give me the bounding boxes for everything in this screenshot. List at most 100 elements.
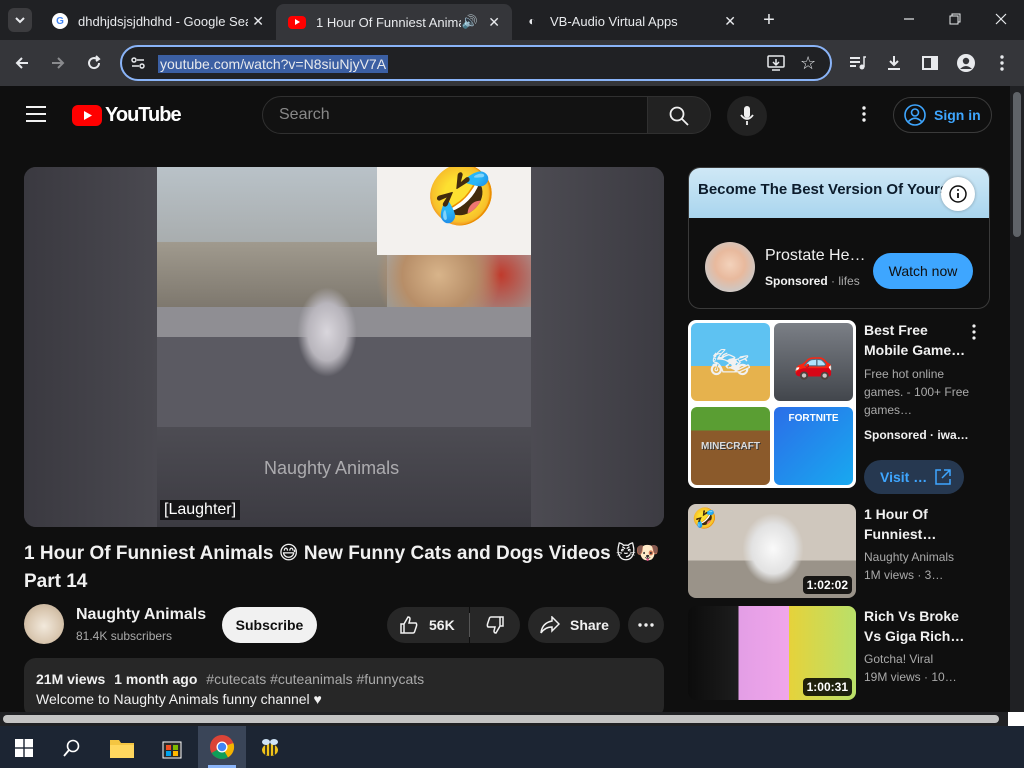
forward-button[interactable] bbox=[47, 52, 69, 74]
vertical-scroll-thumb[interactable] bbox=[1013, 92, 1021, 237]
side-panel-button[interactable] bbox=[919, 52, 941, 74]
search-button[interactable] bbox=[647, 96, 711, 134]
guide-menu-button[interactable] bbox=[26, 106, 46, 122]
sponsored-ad-card[interactable]: Become The Best Version Of Yourself Pros… bbox=[688, 167, 990, 309]
site-info-icon[interactable] bbox=[130, 55, 146, 76]
ad-banner-text: Become The Best Version Of Yourself bbox=[698, 181, 966, 198]
search-placeholder: Search bbox=[279, 106, 330, 123]
left-wall bbox=[24, 167, 157, 527]
account-circle-icon bbox=[904, 104, 926, 126]
like-button[interactable]: 56K bbox=[387, 607, 469, 643]
description-box[interactable]: 21M views 1 month ago #cutecats #cuteani… bbox=[24, 658, 664, 718]
tab-title: 1 Hour Of Funniest Animals bbox=[316, 14, 461, 30]
visit-button[interactable]: Visit … bbox=[864, 460, 964, 494]
horizontal-scrollbar[interactable] bbox=[0, 712, 1010, 726]
downloads-button[interactable] bbox=[883, 52, 905, 74]
moto-icon: 🏍 bbox=[691, 323, 770, 401]
fortnite-logo-text: FORTNITE bbox=[788, 413, 839, 424]
recommended-video[interactable]: 1:00:31 Rich Vs Broke Vs Giga Rich… Gotc… bbox=[688, 606, 990, 702]
advertiser-name: lifes bbox=[838, 274, 860, 288]
minimize-button[interactable] bbox=[896, 6, 922, 32]
rec-sponsor-line: Sponsored · iwa… bbox=[864, 428, 969, 442]
rec-more-button[interactable] bbox=[972, 324, 980, 342]
store-icon bbox=[162, 741, 182, 759]
tab-vb-audio[interactable]: ◐ VB-Audio Virtual Apps ✕ bbox=[512, 6, 748, 36]
close-tab-icon[interactable]: ✕ bbox=[252, 13, 264, 30]
folder-icon bbox=[110, 740, 134, 758]
google-icon: G bbox=[52, 13, 68, 29]
watch-now-button[interactable]: Watch now bbox=[873, 253, 973, 289]
close-tab-icon[interactable]: ✕ bbox=[488, 14, 500, 31]
file-explorer-button[interactable] bbox=[102, 730, 142, 766]
video-player[interactable]: 🤣 Naughty Animals [Laughter] bbox=[24, 167, 664, 527]
advertiser-avatar bbox=[705, 242, 755, 292]
tab-google-search[interactable]: G dhdhjdsjsjdhdhd - Google Search ✕ bbox=[40, 6, 276, 36]
address-bar[interactable]: youtube.com/watch?v=N8siuNjyV7A ☆ bbox=[120, 45, 832, 81]
back-button[interactable] bbox=[11, 52, 33, 74]
thumbs-down-icon bbox=[486, 616, 504, 634]
url-text[interactable]: youtube.com/watch?v=N8siuNjyV7A bbox=[158, 55, 389, 73]
subscriber-count: 81.4K subscribers bbox=[76, 629, 173, 643]
settings-menu-button[interactable] bbox=[862, 106, 868, 124]
tab-youtube-video[interactable]: 1 Hour Of Funniest Animals 🔊 ✕ bbox=[276, 4, 512, 40]
horizontal-scroll-thumb[interactable] bbox=[3, 715, 999, 723]
profile-button[interactable] bbox=[955, 52, 977, 74]
ad-info-button[interactable] bbox=[941, 177, 975, 211]
subscribe-button[interactable]: Subscribe bbox=[222, 607, 317, 643]
chrome-taskbar-button[interactable] bbox=[198, 726, 246, 768]
car-icon: 🚗 bbox=[774, 323, 853, 401]
search-input[interactable]: Search bbox=[262, 96, 648, 134]
dislike-button[interactable] bbox=[470, 607, 520, 643]
more-actions-button[interactable] bbox=[628, 607, 664, 643]
bookmark-star-icon[interactable]: ☆ bbox=[800, 53, 816, 74]
description-text: Welcome to Naughty Animals funny channel… bbox=[36, 691, 322, 707]
more-horizontal-icon bbox=[638, 623, 654, 627]
hamburger-menu-icon bbox=[26, 106, 46, 122]
channel-name[interactable]: Naughty Animals bbox=[76, 606, 206, 624]
restore-button[interactable] bbox=[942, 6, 968, 32]
share-button[interactable]: Share bbox=[528, 607, 620, 643]
share-arrow-icon bbox=[540, 616, 560, 634]
rec-description: Free hot online games. - 100+ Free games… bbox=[864, 367, 970, 417]
reload-button[interactable] bbox=[83, 52, 105, 74]
vertical-scrollbar[interactable] bbox=[1010, 86, 1024, 726]
speaker-icon[interactable]: 🔊 bbox=[462, 14, 478, 30]
youtube-logo-icon bbox=[72, 104, 102, 126]
sign-in-button[interactable]: Sign in bbox=[893, 97, 992, 133]
recommended-video[interactable]: 🤣 1:02:02 1 Hour Of Funniest… Naughty An… bbox=[688, 504, 990, 600]
game-thumbnail-grid: 🏍 🚗 MINECRAFT FORTNITE bbox=[688, 320, 856, 488]
rec-views: 1M views · 3… bbox=[864, 568, 944, 582]
install-app-icon[interactable] bbox=[767, 55, 785, 76]
download-icon bbox=[888, 56, 900, 70]
microsoft-store-button[interactable] bbox=[152, 730, 192, 766]
browser-menu-button[interactable] bbox=[991, 52, 1013, 74]
taskbar-search-button[interactable] bbox=[52, 730, 92, 766]
close-window-button[interactable] bbox=[988, 6, 1014, 32]
channel-avatar[interactable] bbox=[24, 604, 64, 644]
ad-banner: Become The Best Version Of Yourself bbox=[689, 168, 989, 218]
sponsored-game-ad[interactable]: 🏍 🚗 MINECRAFT FORTNITE Best Free Mobile … bbox=[688, 320, 990, 494]
thumbs-up-icon bbox=[400, 616, 418, 634]
reload-icon bbox=[88, 55, 101, 70]
fortnite-tile: FORTNITE bbox=[774, 407, 853, 485]
tab-title: dhdhjdsjsjdhdhd - Google Search bbox=[78, 13, 248, 29]
start-button[interactable] bbox=[4, 730, 44, 766]
minecraft-logo-text: MINECRAFT bbox=[701, 440, 760, 452]
like-count: 56K bbox=[429, 617, 455, 633]
vb-audio-taskbar-button[interactable] bbox=[250, 730, 290, 766]
tab-search-button[interactable] bbox=[8, 8, 32, 32]
hashtags[interactable]: #cutecats #cuteanimals #funnycats bbox=[206, 671, 424, 687]
new-tab-button[interactable]: + bbox=[758, 8, 780, 32]
media-control-button[interactable] bbox=[847, 52, 869, 74]
rec-title: Rich Vs Broke Vs Giga Rich… bbox=[864, 608, 965, 644]
description-info-line: 21M views 1 month ago #cutecats #cuteani… bbox=[36, 671, 424, 687]
search-icon bbox=[669, 106, 689, 126]
voice-search-button[interactable] bbox=[727, 96, 767, 136]
jumping-cat bbox=[297, 287, 357, 377]
youtube-logo[interactable]: YouTube bbox=[72, 104, 182, 126]
chevron-down-icon bbox=[15, 17, 25, 24]
chrome-icon bbox=[210, 735, 235, 760]
rec-title: Best Free Mobile Game… bbox=[864, 322, 966, 358]
share-label: Share bbox=[570, 617, 609, 633]
close-tab-icon[interactable]: ✕ bbox=[724, 13, 736, 30]
